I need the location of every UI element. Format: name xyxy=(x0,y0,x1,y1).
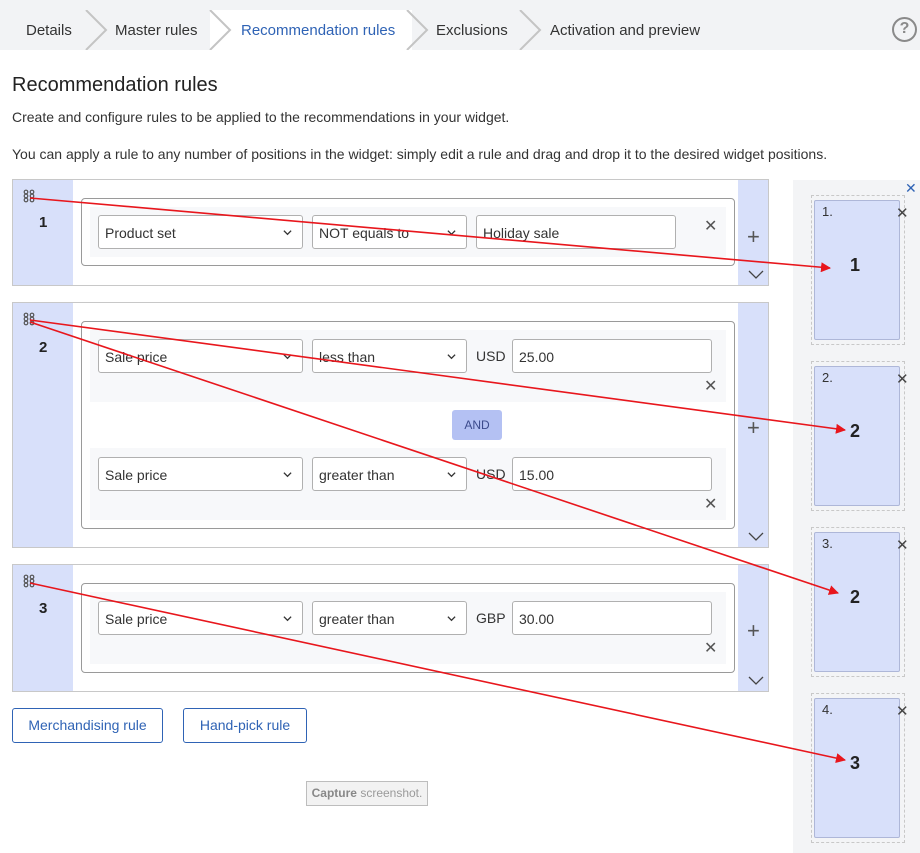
field-select[interactable]: Product set xyxy=(98,215,303,249)
field-select[interactable]: Sale price xyxy=(98,457,303,491)
field-select-value: Sale price xyxy=(105,349,168,365)
assigned-rule-number: 1 xyxy=(850,255,861,275)
capture-screenshot-button[interactable]: Capture screenshot. xyxy=(306,781,428,806)
rule-number: 3 xyxy=(39,600,48,617)
chevron-down-icon xyxy=(283,354,292,360)
currency-label: USD xyxy=(476,466,506,482)
condition-row: Sale price greater than GBP 30.00 ✕ xyxy=(90,592,726,664)
operator-select-value: NOT equals to xyxy=(319,225,410,241)
remove-condition-icon[interactable]: ✕ xyxy=(704,497,717,513)
remove-condition-icon[interactable]: ✕ xyxy=(704,641,717,657)
value-input[interactable]: 15.00 xyxy=(512,457,712,491)
operator-select[interactable]: greater than xyxy=(312,601,467,635)
rule-drag-handle[interactable]: 2 xyxy=(13,303,73,547)
step-activation-and-preview[interactable]: Activation and preview xyxy=(550,0,700,50)
breadcrumb: Details Master rules Recommendation rule… xyxy=(0,0,920,50)
chevron-down-icon xyxy=(447,472,456,478)
field-select-value: Sale price xyxy=(105,611,168,627)
currency-label: GBP xyxy=(476,610,506,626)
operator-select[interactable]: greater than xyxy=(312,457,467,491)
remove-position-icon[interactable]: ✕ xyxy=(896,538,909,553)
rule-card-1: 1 Product set NOT equals to Holiday sale… xyxy=(12,179,769,286)
drag-handle-icon[interactable] xyxy=(23,574,35,588)
rule-number: 2 xyxy=(39,339,48,356)
chevron-right-icon xyxy=(85,10,108,50)
drag-handle-icon[interactable] xyxy=(23,312,35,326)
remove-condition-icon[interactable]: ✕ xyxy=(704,219,717,235)
and-joiner-button[interactable]: AND xyxy=(452,410,502,440)
chevron-down-icon[interactable] xyxy=(748,270,764,280)
page-title: Recommendation rules xyxy=(12,74,218,96)
help-icon[interactable]: ? xyxy=(892,17,917,42)
remove-position-icon[interactable]: ✕ xyxy=(896,206,909,221)
remove-position-icon[interactable]: ✕ xyxy=(896,704,909,719)
field-select-value: Product set xyxy=(105,225,176,241)
remove-position-icon[interactable]: ✕ xyxy=(896,372,909,387)
merchandising-rule-button[interactable]: Merchandising rule xyxy=(12,708,163,743)
page-instructions: You can apply a rule to any number of po… xyxy=(12,146,828,162)
condition-group: Product set NOT equals to Holiday sale ✕ xyxy=(81,198,735,266)
condition-row: Sale price less than USD 25.00 ✕ xyxy=(90,330,726,402)
operator-select-value: less than xyxy=(319,349,376,365)
step-details[interactable]: Details xyxy=(26,0,72,50)
chevron-down-icon xyxy=(447,616,456,622)
value-input[interactable]: Holiday sale xyxy=(476,215,676,249)
assigned-rule-number: 2 xyxy=(850,587,861,607)
operator-select-value: greater than xyxy=(319,467,395,483)
field-select[interactable]: Sale price xyxy=(98,601,303,635)
drag-handle-icon[interactable] xyxy=(23,189,35,203)
position-index: 3. xyxy=(822,536,833,551)
condition-group: Sale price greater than GBP 30.00 ✕ xyxy=(81,583,735,673)
rule-drag-handle[interactable]: 1 xyxy=(13,180,73,285)
rule-card-3: 3 Sale price greater than GBP 30.00 ✕ + xyxy=(12,564,769,692)
assigned-rule-number: 2 xyxy=(850,421,861,441)
chevron-right-icon xyxy=(406,10,429,50)
rule-number: 1 xyxy=(39,214,48,231)
position-index: 4. xyxy=(822,702,833,717)
chevron-down-icon xyxy=(283,230,292,236)
add-condition-icon[interactable]: + xyxy=(747,620,760,642)
chevron-down-icon[interactable] xyxy=(748,532,764,542)
position-index: 1. xyxy=(822,204,833,219)
chevron-right-icon xyxy=(519,10,542,50)
rule-card-2: 2 Sale price less than USD 25.00 ✕ AND S… xyxy=(12,302,769,548)
field-select[interactable]: Sale price xyxy=(98,339,303,373)
rule-drag-handle[interactable]: 3 xyxy=(13,565,73,691)
operator-select[interactable]: NOT equals to xyxy=(312,215,467,249)
chevron-down-icon xyxy=(447,354,456,360)
operator-select[interactable]: less than xyxy=(312,339,467,373)
value-input[interactable]: 25.00 xyxy=(512,339,712,373)
chevron-down-icon xyxy=(283,472,292,478)
chevron-right-icon xyxy=(209,10,232,50)
condition-row: Sale price greater than USD 15.00 ✕ xyxy=(90,448,726,520)
step-master-rules[interactable]: Master rules xyxy=(115,0,198,50)
chevron-down-icon xyxy=(283,616,292,622)
currency-label: USD xyxy=(476,348,506,364)
assigned-rule-number: 3 xyxy=(850,753,861,773)
add-condition-icon[interactable]: + xyxy=(747,417,760,439)
chevron-down-icon[interactable] xyxy=(748,676,764,686)
close-panel-icon[interactable]: ✕ xyxy=(905,181,917,195)
condition-group: Sale price less than USD 25.00 ✕ AND Sal… xyxy=(81,321,735,529)
page-description: Create and configure rules to be applied… xyxy=(12,109,510,125)
field-select-value: Sale price xyxy=(105,467,168,483)
operator-select-value: greater than xyxy=(319,611,395,627)
remove-condition-icon[interactable]: ✕ xyxy=(704,379,717,395)
position-index: 2. xyxy=(822,370,833,385)
value-input[interactable]: 30.00 xyxy=(512,601,712,635)
chevron-down-icon xyxy=(447,230,456,236)
add-condition-icon[interactable]: + xyxy=(747,226,760,248)
condition-row: Product set NOT equals to Holiday sale ✕ xyxy=(90,207,726,257)
capture-bold-label: Capture xyxy=(311,786,357,800)
hand-pick-rule-button[interactable]: Hand-pick rule xyxy=(183,708,307,743)
step-exclusions[interactable]: Exclusions xyxy=(436,0,508,50)
capture-label: screenshot. xyxy=(356,786,423,800)
step-recommendation-rules[interactable]: Recommendation rules xyxy=(241,0,395,50)
